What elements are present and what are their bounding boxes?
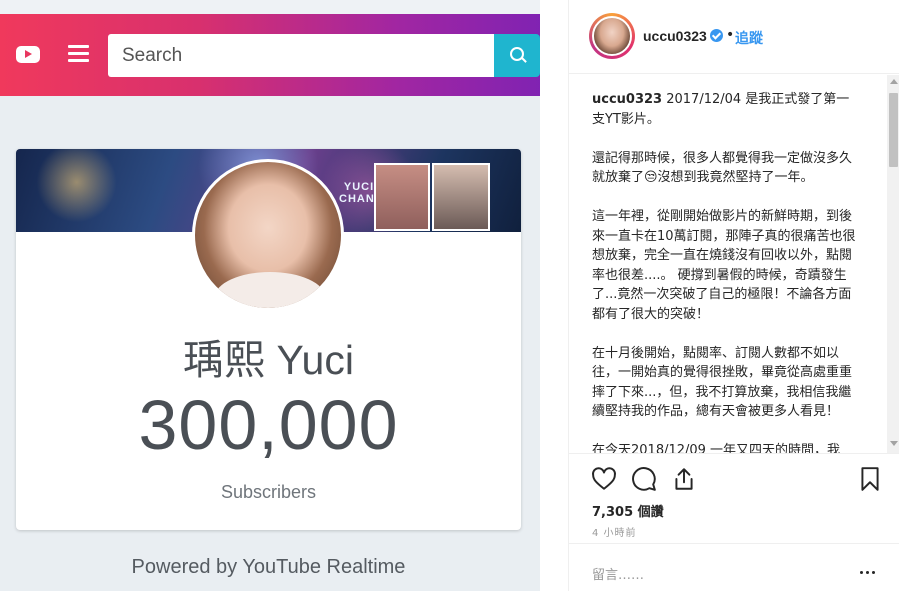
caption-username[interactable]: uccu0323 <box>592 92 662 107</box>
caption: uccu0323 2017/12/04 是我正式發了第一支YT影片。 還記得那時… <box>592 90 862 453</box>
subscriber-card: YUCI CHANNEL 瑀熙 Yuci 300,000 Subscribers <box>16 149 521 530</box>
channel-name: 瑀熙 Yuci <box>183 337 354 383</box>
banner-text: YUCI CHANNEL <box>339 181 400 205</box>
channel-avatar <box>192 159 344 311</box>
scrollbar-thumb[interactable] <box>889 93 898 167</box>
verified-badge-icon <box>710 29 723 42</box>
avatar[interactable] <box>589 13 635 59</box>
share-icon[interactable] <box>671 466 697 492</box>
scroll-down-arrow-icon[interactable] <box>890 441 898 446</box>
scrollbar[interactable] <box>887 75 899 453</box>
search-input: Search <box>108 34 494 77</box>
subscriber-count: 300,000 <box>138 386 399 464</box>
banner-photo <box>374 163 430 231</box>
youtube-logo-icon <box>16 46 40 63</box>
hamburger-menu-icon <box>68 45 89 62</box>
top-strip <box>0 0 540 14</box>
instagram-post-panel: uccu0323 • 追蹤 uccu0323 2017/12/04 是我正式發了… <box>568 0 899 591</box>
heart-icon[interactable] <box>591 466 617 492</box>
avatar-image <box>592 16 632 56</box>
more-options-icon[interactable] <box>860 571 876 575</box>
post-image: Search YUCI CHANNEL 瑀熙 Yuci 300,000 Subs… <box>0 0 540 591</box>
comment-bar: 留言…… <box>569 543 899 591</box>
banner-photo <box>432 163 490 231</box>
search-icon <box>494 34 540 77</box>
follow-button[interactable]: 追蹤 <box>735 28 763 48</box>
dot-separator: • <box>726 27 735 43</box>
post-timestamp[interactable]: 4 小時前 <box>592 524 637 539</box>
powered-by-text: Powered by YouTube Realtime <box>131 556 406 578</box>
yt-header-bar: Search <box>0 14 540 96</box>
subscriber-label: Subscribers <box>220 482 317 502</box>
actions-bar: 7,305 個讚 4 小時前 <box>569 453 899 543</box>
comment-input[interactable]: 留言…… <box>592 564 644 583</box>
caption-body: 2017/12/04 是我正式發了第一支YT影片。 還記得那時候，很多人都覺得我… <box>592 92 856 453</box>
likes-count[interactable]: 7,305 個讚 <box>592 501 664 520</box>
caption-area[interactable]: uccu0323 2017/12/04 是我正式發了第一支YT影片。 還記得那時… <box>569 75 899 453</box>
comment-icon[interactable] <box>631 466 657 492</box>
post-header: uccu0323 • 追蹤 <box>569 0 899 74</box>
bookmark-icon[interactable] <box>857 466 883 492</box>
username-link[interactable]: uccu0323 <box>643 28 707 44</box>
scroll-up-arrow-icon[interactable] <box>890 79 898 84</box>
